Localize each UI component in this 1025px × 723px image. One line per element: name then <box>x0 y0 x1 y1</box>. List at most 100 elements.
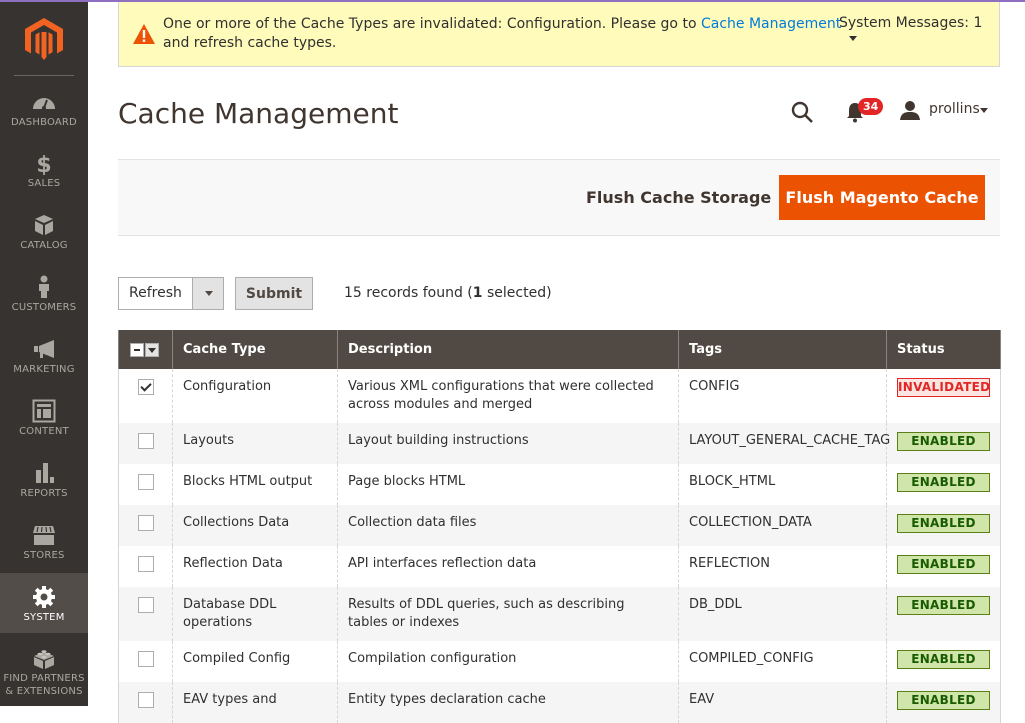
row-select-cell <box>118 587 173 641</box>
tags-cell: BLOCK_HTML <box>678 464 887 505</box>
row-checkbox[interactable] <box>137 433 154 449</box>
sidebar-item-label: CUSTOMERS <box>11 302 77 313</box>
sidebar-item-system[interactable]: SYSTEM <box>0 573 88 633</box>
table-row[interactable]: Collections Data Collection data files COL… <box>118 505 1001 546</box>
mass-select-control[interactable] <box>130 342 160 357</box>
submit-button[interactable]: Submit <box>235 277 313 310</box>
table-row[interactable]: Reflection Data API interfaces reflection… <box>118 546 1001 587</box>
column-header-status[interactable]: Status <box>886 330 1001 369</box>
status-badge: ENABLED <box>897 555 990 574</box>
dashboard-icon <box>33 98 55 110</box>
description-cell: Results of DDL queries, such as describi… <box>337 587 679 641</box>
sidebar-item-find-partners[interactable]: FIND PARTNERS & EXTENSIONS <box>0 646 88 706</box>
system-message-text: One or more of the Cache Types are inval… <box>163 15 843 53</box>
page-actions-bar: Flush Cache Storage Flush Magento Cache <box>118 159 1000 236</box>
top-accent-line <box>0 0 1025 2</box>
magento-logo-icon[interactable] <box>25 18 63 60</box>
admin-sidebar: DASHBOARD $ SALES CATALOG CUSTOMERS MARK… <box>0 0 88 706</box>
gear-icon <box>33 586 55 608</box>
description-cell: Compilation configuration <box>337 641 679 682</box>
sidebar-item-dashboard[interactable]: DASHBOARD <box>0 90 88 152</box>
row-checkbox[interactable] <box>137 651 154 667</box>
sidebar-item-label: FIND PARTNERS <box>3 673 85 684</box>
row-select-cell <box>118 641 173 682</box>
row-checkbox[interactable] <box>137 556 154 572</box>
description-cell: Page blocks HTML <box>337 464 679 505</box>
mass-action-value: Refresh <box>129 285 182 301</box>
status-cell: ENABLED <box>886 464 1001 505</box>
row-checkbox[interactable] <box>137 597 154 613</box>
row-checkbox[interactable] <box>137 474 154 490</box>
table-row[interactable]: Compiled Config Compilation configuration… <box>118 641 1001 682</box>
mass-select-header[interactable] <box>118 330 173 369</box>
sidebar-item-marketing[interactable]: MARKETING <box>0 337 88 399</box>
table-row[interactable]: Configuration Various XML configurations … <box>118 369 1001 423</box>
cache-type-cell: Configuration <box>172 369 338 423</box>
search-icon[interactable] <box>790 100 814 124</box>
flush-magento-cache-button[interactable]: Flush Magento Cache <box>779 175 985 220</box>
deselect-all-checkbox[interactable] <box>130 342 144 357</box>
storefront-icon <box>33 526 55 545</box>
sidebar-item-content[interactable]: CONTENT <box>0 399 88 461</box>
status-cell: INVALIDATED <box>886 369 1001 423</box>
table-row[interactable]: EAV types and Entity types declaration ca… <box>118 682 1001 723</box>
notification-count-badge[interactable]: 34 <box>858 98 884 115</box>
sidebar-item-label: DASHBOARD <box>11 117 77 128</box>
chevron-down-icon <box>849 36 857 41</box>
row-select-cell <box>118 423 173 464</box>
row-checkbox[interactable] <box>137 515 154 531</box>
system-messages-toggle[interactable]: System Messages: 1 <box>839 15 999 47</box>
column-header-cache-type[interactable]: Cache Type <box>172 330 338 369</box>
records-prefix: 15 records found ( <box>344 285 473 301</box>
status-badge: INVALIDATED <box>897 378 990 397</box>
cache-type-cell: Layouts <box>172 423 338 464</box>
description-cell: Layout building instructions <box>337 423 679 464</box>
row-select-cell <box>118 546 173 587</box>
sidebar-item-label: REPORTS <box>20 488 68 499</box>
sidebar-item-catalog[interactable]: CATALOG <box>0 213 88 275</box>
status-cell: ENABLED <box>886 641 1001 682</box>
tags-cell: LAYOUT_GENERAL_CACHE_TAG <box>678 423 890 464</box>
column-header-tags[interactable]: Tags <box>678 330 887 369</box>
dollar-icon: $ <box>36 153 51 175</box>
chevron-down-icon[interactable] <box>192 278 223 309</box>
status-badge: ENABLED <box>897 432 990 451</box>
table-row[interactable]: Layouts Layout building instructions LAYOU… <box>118 423 1001 464</box>
column-header-description[interactable]: Description <box>337 330 679 369</box>
bar-chart-icon <box>36 463 54 483</box>
message-text-after: and refresh cache types. <box>163 35 337 51</box>
sidebar-item-label: & EXTENSIONS <box>5 686 83 697</box>
sidebar-item-reports[interactable]: REPORTS <box>0 461 88 523</box>
cache-management-link[interactable]: Cache Management <box>701 16 841 32</box>
flush-cache-storage-button[interactable]: Flush Cache Storage <box>576 174 781 220</box>
sidebar-item-label: SALES <box>27 178 61 189</box>
tags-cell: DB_DDL <box>678 587 887 641</box>
chevron-down-icon[interactable] <box>145 342 159 357</box>
cache-type-cell: Collections Data <box>172 505 338 546</box>
sidebar-item-customers[interactable]: CUSTOMERS <box>0 275 88 337</box>
row-select-cell <box>118 464 173 505</box>
status-badge: ENABLED <box>897 650 990 669</box>
sidebar-item-label: MARKETING <box>13 364 75 375</box>
status-cell: ENABLED <box>886 423 1001 464</box>
description-cell: API interfaces reflection data <box>337 546 679 587</box>
svg-text:$: $ <box>36 153 51 175</box>
mass-action-select[interactable]: Refresh <box>118 277 224 310</box>
description-cell: Entity types declaration cache <box>337 682 679 723</box>
cache-type-cell: Blocks HTML output <box>172 464 338 505</box>
tags-cell: CONFIG <box>678 369 887 423</box>
box-icon <box>35 215 53 235</box>
system-message-bar: One or more of the Cache Types are inval… <box>118 0 1000 67</box>
system-messages-count: System Messages: 1 <box>839 15 983 31</box>
status-badge: ENABLED <box>897 596 990 615</box>
tags-cell: EAV <box>678 682 887 723</box>
tags-cell: COMPILED_CONFIG <box>678 641 887 682</box>
table-row[interactable]: Database DDL operations Results of DDL qu… <box>118 587 1001 641</box>
row-checkbox[interactable] <box>137 379 154 395</box>
message-text-before: One or more of the Cache Types are inval… <box>163 16 701 32</box>
sidebar-item-label: SYSTEM <box>23 612 65 623</box>
sidebar-item-sales[interactable]: $ SALES <box>0 151 88 213</box>
cache-type-cell: Compiled Config <box>172 641 338 682</box>
table-row[interactable]: Blocks HTML output Page blocks HTML BLOCK_… <box>118 464 1001 505</box>
lego-brick-icon <box>34 650 54 669</box>
